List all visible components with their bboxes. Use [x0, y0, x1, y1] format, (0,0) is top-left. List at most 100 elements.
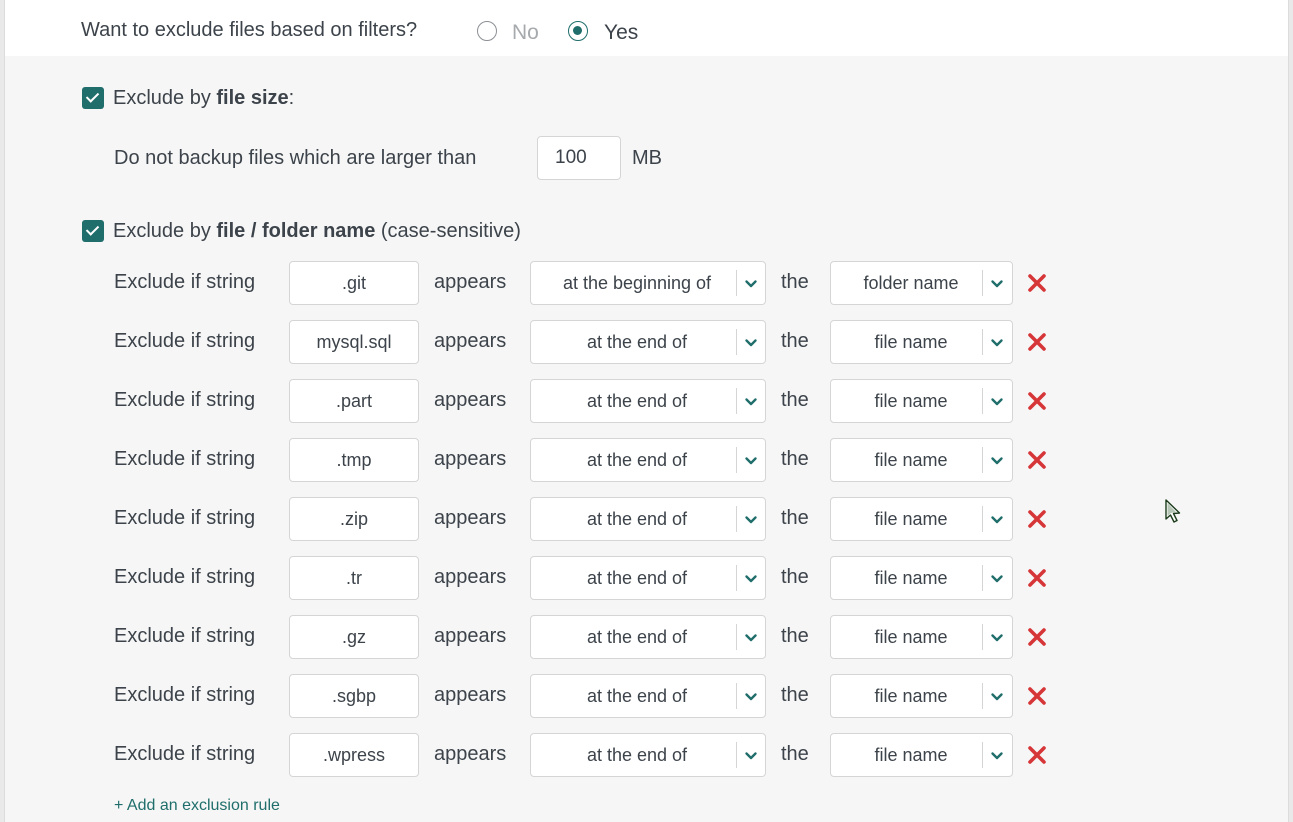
- chevron-down-icon[interactable]: [742, 570, 760, 588]
- rule-position-value: at the end of: [586, 450, 688, 470]
- rule-target-select[interactable]: file name: [830, 320, 1013, 364]
- rule-prefix-label: Exclude if string: [114, 389, 256, 411]
- delete-rule-icon[interactable]: [1026, 685, 1048, 707]
- chevron-down-icon[interactable]: [988, 452, 1006, 470]
- chevron-down-icon[interactable]: [742, 747, 760, 765]
- delete-rule-icon[interactable]: [1026, 567, 1048, 589]
- rule-position-value: at the end of: [586, 509, 688, 529]
- chevron-down-icon[interactable]: [988, 629, 1006, 647]
- chevron-down-icon[interactable]: [742, 452, 760, 470]
- rule-string-input[interactable]: [289, 320, 419, 364]
- rule-string-input[interactable]: [289, 261, 419, 305]
- mouse-pointer-icon: [1165, 499, 1181, 523]
- radio-yes[interactable]: [568, 21, 588, 41]
- select-divider: [982, 565, 983, 591]
- chevron-down-icon[interactable]: [988, 275, 1006, 293]
- chevron-down-icon[interactable]: [988, 747, 1006, 765]
- rule-target-select[interactable]: file name: [830, 497, 1013, 541]
- delete-rule-icon[interactable]: [1026, 390, 1048, 412]
- rule-position-select[interactable]: at the end of: [530, 320, 766, 364]
- rule-position-select[interactable]: at the end of: [530, 379, 766, 423]
- exclusion-rule-row: Exclude if string appears at the end of …: [5, 438, 1288, 482]
- rule-target-select[interactable]: file name: [830, 438, 1013, 482]
- chevron-down-icon[interactable]: [988, 511, 1006, 529]
- rule-position-select[interactable]: at the end of: [530, 674, 766, 718]
- rule-target-value: file name: [874, 686, 948, 706]
- radio-yes-label[interactable]: Yes: [604, 21, 638, 45]
- delete-rule-icon[interactable]: [1026, 744, 1048, 766]
- rule-position-value: at the end of: [586, 332, 688, 352]
- delete-rule-icon[interactable]: [1026, 626, 1048, 648]
- select-divider: [736, 683, 737, 709]
- rule-string-input[interactable]: [289, 379, 419, 423]
- rule-target-value: file name: [874, 745, 948, 765]
- radio-no[interactable]: [477, 21, 497, 41]
- rule-prefix-label: Exclude if string: [114, 625, 256, 647]
- rule-target-value: file name: [874, 450, 948, 470]
- max-size-input[interactable]: [537, 136, 621, 180]
- rule-position-select[interactable]: at the end of: [530, 438, 766, 482]
- rule-prefix-label: Exclude if string: [114, 743, 256, 765]
- rule-position-select[interactable]: at the end of: [530, 497, 766, 541]
- rule-string-input[interactable]: [289, 733, 419, 777]
- rule-appears-label: appears: [434, 684, 507, 706]
- chevron-down-icon[interactable]: [742, 688, 760, 706]
- add-exclusion-rule-link[interactable]: + Add an exclusion rule: [114, 797, 280, 815]
- delete-rule-icon[interactable]: [1026, 449, 1048, 471]
- radio-no-label[interactable]: No: [512, 21, 539, 45]
- chevron-down-icon[interactable]: [742, 393, 760, 411]
- rule-target-select[interactable]: file name: [830, 556, 1013, 600]
- select-divider: [736, 447, 737, 473]
- rule-position-select[interactable]: at the end of: [530, 556, 766, 600]
- rule-prefix-label: Exclude if string: [114, 566, 256, 588]
- rule-position-select[interactable]: at the end of: [530, 733, 766, 777]
- select-divider: [982, 447, 983, 473]
- rule-target-value: file name: [874, 627, 948, 647]
- rule-position-value: at the end of: [586, 686, 688, 706]
- rule-string-input[interactable]: [289, 556, 419, 600]
- filter-question-bar: Want to exclude files based on filters? …: [5, 0, 1288, 56]
- delete-rule-icon[interactable]: [1026, 331, 1048, 353]
- rule-target-select[interactable]: file name: [830, 733, 1013, 777]
- delete-rule-icon[interactable]: [1026, 508, 1048, 530]
- rule-string-input[interactable]: [289, 497, 419, 541]
- chevron-down-icon[interactable]: [988, 570, 1006, 588]
- rule-position-value: at the beginning of: [562, 273, 712, 293]
- delete-rule-icon[interactable]: [1026, 272, 1048, 294]
- settings-panel: Want to exclude files based on filters? …: [4, 0, 1289, 822]
- rule-position-select[interactable]: at the end of: [530, 615, 766, 659]
- rule-target-value: file name: [874, 568, 948, 588]
- chevron-down-icon[interactable]: [742, 511, 760, 529]
- rule-the-label: the: [781, 743, 809, 765]
- select-divider: [982, 683, 983, 709]
- chevron-down-icon[interactable]: [988, 688, 1006, 706]
- rule-appears-label: appears: [434, 743, 507, 765]
- exclude-file-name-checkbox[interactable]: [82, 220, 104, 242]
- rule-appears-label: appears: [434, 507, 507, 529]
- rule-position-select[interactable]: at the beginning of: [530, 261, 766, 305]
- exclusion-rule-row: Exclude if string appears at the end of …: [5, 320, 1288, 364]
- rule-position-value: at the end of: [586, 568, 688, 588]
- rule-prefix-label: Exclude if string: [114, 448, 256, 470]
- chevron-down-icon[interactable]: [988, 393, 1006, 411]
- select-divider: [982, 742, 983, 768]
- select-divider: [736, 270, 737, 296]
- rule-target-value: folder name: [863, 273, 959, 293]
- exclude-file-size-label[interactable]: Exclude by file size:: [113, 87, 294, 110]
- rule-target-value: file name: [874, 332, 948, 352]
- rule-string-input[interactable]: [289, 615, 419, 659]
- chevron-down-icon[interactable]: [988, 334, 1006, 352]
- rule-target-select[interactable]: file name: [830, 674, 1013, 718]
- chevron-down-icon[interactable]: [742, 334, 760, 352]
- exclude-file-size-checkbox[interactable]: [82, 87, 104, 109]
- rule-string-input[interactable]: [289, 438, 419, 482]
- chevron-down-icon[interactable]: [742, 275, 760, 293]
- rule-string-input[interactable]: [289, 674, 419, 718]
- rule-target-select[interactable]: file name: [830, 379, 1013, 423]
- exclude-file-name-label[interactable]: Exclude by file / folder name (case-sens…: [113, 220, 521, 243]
- rule-target-select[interactable]: folder name: [830, 261, 1013, 305]
- chevron-down-icon[interactable]: [742, 629, 760, 647]
- rule-target-select[interactable]: file name: [830, 615, 1013, 659]
- exclusion-rule-row: Exclude if string appears at the end of …: [5, 556, 1288, 600]
- select-divider: [982, 624, 983, 650]
